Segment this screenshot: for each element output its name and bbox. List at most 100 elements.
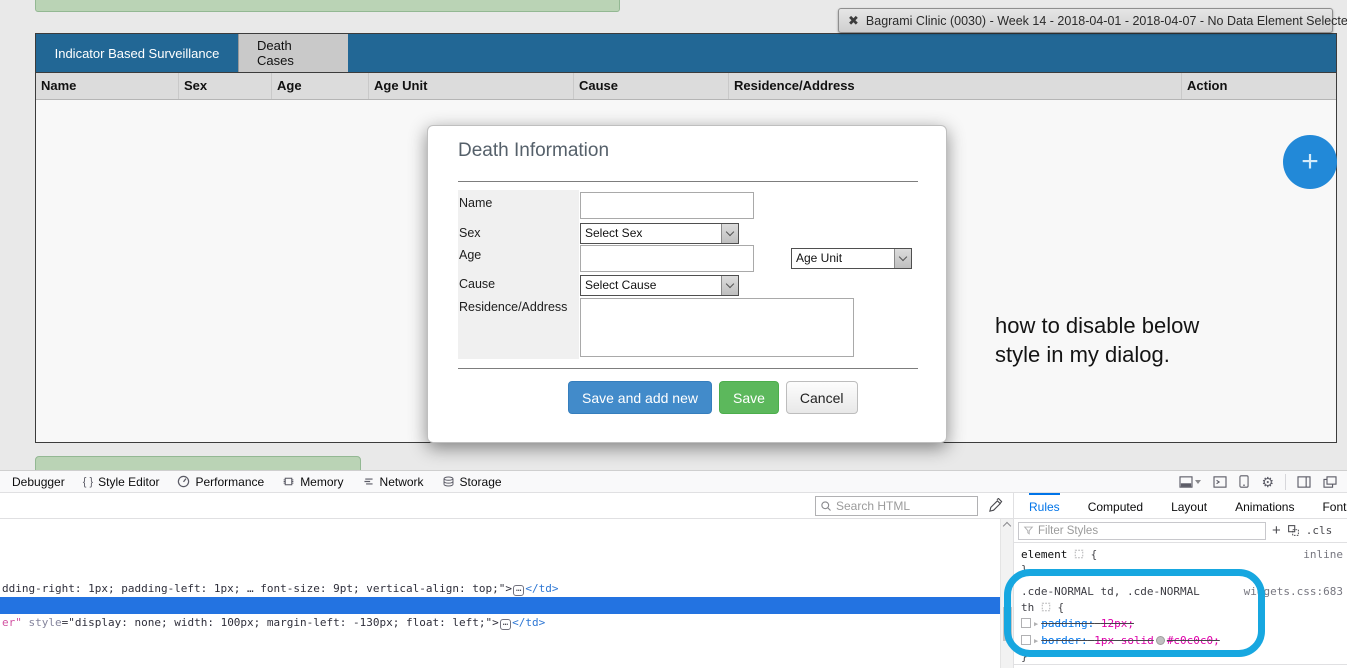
css-property-row: ▶padding: 12px; bbox=[1021, 617, 1134, 630]
markup-scrollbar[interactable] bbox=[1000, 519, 1013, 668]
property-name[interactable]: padding: bbox=[1041, 617, 1094, 630]
ellipsis-badge[interactable]: … bbox=[513, 585, 524, 596]
inline-style-source[interactable]: inline bbox=[1303, 548, 1343, 561]
age-input[interactable] bbox=[580, 245, 754, 272]
tab-computed[interactable]: Computed bbox=[1088, 493, 1143, 519]
tab-animations[interactable]: Animations bbox=[1235, 493, 1294, 519]
dialog-buttons: Save and add new Save Cancel bbox=[568, 381, 858, 414]
age-unit-select-value: Age Unit bbox=[792, 249, 894, 268]
expand-twisty-icon[interactable]: ▶ bbox=[1034, 620, 1038, 628]
add-rule-icon[interactable]: + bbox=[1272, 522, 1281, 539]
closing-tag: </td> bbox=[512, 616, 545, 629]
highlight-target-icon[interactable] bbox=[1041, 602, 1051, 612]
screen: ✖ Bagrami Clinic (0030) - Week 14 - 2018… bbox=[0, 0, 1347, 668]
css-property-row: ▶border: 1px solid #c0c0c0; bbox=[1021, 634, 1220, 647]
markup-line[interactable]: er" style="display: none; width: 100px; … bbox=[2, 616, 545, 630]
col-age: Age bbox=[272, 73, 369, 99]
property-value[interactable]: 12px; bbox=[1101, 617, 1134, 630]
pseudo-class-icon[interactable] bbox=[1287, 524, 1300, 537]
class-toggle-button[interactable]: .cls bbox=[1306, 524, 1333, 537]
expand-twisty-icon[interactable]: ▶ bbox=[1034, 637, 1038, 645]
highlight-target-icon[interactable] bbox=[1074, 549, 1084, 559]
property-enable-checkbox[interactable] bbox=[1021, 635, 1031, 645]
cde-rule-selector-line2[interactable]: th { bbox=[1021, 601, 1064, 614]
save-button[interactable]: Save bbox=[719, 381, 779, 414]
cause-select-value: Select Cause bbox=[581, 276, 721, 295]
age-unit-select[interactable]: Age Unit bbox=[791, 248, 912, 269]
plus-icon: + bbox=[1301, 145, 1319, 179]
devtools-toolbar: Debugger { } Style Editor Performance Me… bbox=[0, 471, 1347, 493]
stylesheet-source-link[interactable]: widgets.css:683 bbox=[1244, 585, 1343, 598]
sex-select[interactable]: Select Sex bbox=[580, 223, 739, 244]
tab-performance[interactable]: Performance bbox=[168, 471, 273, 492]
search-html-box[interactable] bbox=[815, 496, 978, 516]
sidebar-toggle-icon[interactable] bbox=[1293, 476, 1315, 488]
markup-view: dding-right: 1px; padding-left: 1px; … f… bbox=[0, 519, 1000, 668]
property-color-value[interactable]: #c0c0c0; bbox=[1167, 634, 1220, 647]
tab-indicator-based-surveillance[interactable]: Indicator Based Surveillance bbox=[36, 34, 238, 72]
add-death-case-button[interactable]: + bbox=[1283, 135, 1337, 189]
property-value[interactable]: 1px solid bbox=[1094, 634, 1154, 647]
context-bar-text: Bagrami Clinic (0030) - Week 14 - 2018-0… bbox=[866, 14, 1347, 28]
chevron-down-icon bbox=[894, 249, 911, 268]
scrollbar-thumb[interactable] bbox=[1003, 607, 1012, 641]
name-input[interactable] bbox=[580, 192, 754, 219]
tab-label: Performance bbox=[195, 475, 264, 489]
tab-layout[interactable]: Layout bbox=[1171, 493, 1207, 519]
tab-label: Memory bbox=[300, 475, 343, 489]
cause-select[interactable]: Select Cause bbox=[580, 275, 739, 296]
tab-network[interactable]: Network bbox=[353, 471, 433, 492]
selected-node-row[interactable] bbox=[0, 597, 1000, 614]
database-icon bbox=[442, 475, 455, 488]
code-text: dding-right: 1px; padding-left: 1px; … f… bbox=[2, 582, 512, 595]
name-label: Name bbox=[459, 196, 492, 210]
tab-death-cases[interactable]: Death Cases bbox=[238, 34, 348, 72]
filter-styles-box[interactable] bbox=[1018, 522, 1266, 540]
tab-debugger[interactable]: Debugger bbox=[3, 471, 74, 492]
attr-value: er" bbox=[2, 616, 22, 629]
devtools-toolbar-actions: ⚙ bbox=[1175, 474, 1347, 490]
search-html-input[interactable] bbox=[836, 499, 973, 513]
tab-fonts[interactable]: Fonts bbox=[1322, 493, 1347, 519]
cde-rule-selector-line1[interactable]: .cde-NORMAL td, .cde-NORMAL bbox=[1021, 585, 1200, 598]
table-header-row: Name Sex Age Age Unit Cause Residence/Ad… bbox=[36, 73, 1336, 100]
ellipsis-badge[interactable]: … bbox=[500, 619, 511, 630]
brace: { bbox=[1058, 601, 1065, 614]
inspector-secondary-toolbar: Rules Computed Layout Animations Fonts bbox=[0, 493, 1347, 519]
tab-rules[interactable]: Rules bbox=[1029, 493, 1060, 519]
selector-text: element bbox=[1021, 548, 1067, 561]
element-rule-selector[interactable]: element { bbox=[1021, 548, 1097, 561]
property-name[interactable]: border: bbox=[1041, 634, 1087, 647]
tab-style-editor[interactable]: { } Style Editor bbox=[74, 471, 169, 492]
col-sex: Sex bbox=[179, 73, 272, 99]
rules-pane: + .cls element { inline } .cde-NORMAL td… bbox=[1013, 519, 1347, 668]
scroll-up-arrow[interactable] bbox=[1003, 522, 1011, 530]
color-swatch[interactable] bbox=[1156, 636, 1165, 645]
eyedropper-icon[interactable] bbox=[988, 498, 1003, 513]
settings-gear-icon[interactable]: ⚙ bbox=[1257, 475, 1278, 489]
filter-styles-input[interactable] bbox=[1038, 525, 1261, 537]
save-and-add-new-button[interactable]: Save and add new bbox=[568, 381, 712, 414]
markup-line[interactable]: dding-right: 1px; padding-left: 1px; … f… bbox=[2, 582, 558, 596]
devtools-panel: Debugger { } Style Editor Performance Me… bbox=[0, 470, 1347, 668]
search-icon bbox=[820, 500, 832, 512]
col-cause: Cause bbox=[574, 73, 729, 99]
residence-label: Residence/Address bbox=[459, 300, 567, 314]
memory-chip-icon bbox=[282, 475, 295, 488]
tab-memory[interactable]: Memory bbox=[273, 471, 352, 492]
col-age-unit: Age Unit bbox=[369, 73, 574, 99]
responsive-mode-icon[interactable] bbox=[1235, 475, 1253, 488]
close-icon[interactable]: ✖ bbox=[848, 13, 859, 29]
context-bar: ✖ Bagrami Clinic (0030) - Week 14 - 2018… bbox=[838, 8, 1333, 33]
dock-bottom-icon[interactable] bbox=[1175, 476, 1205, 488]
tab-storage[interactable]: Storage bbox=[433, 471, 511, 492]
tab-label: Debugger bbox=[12, 475, 65, 489]
age-label: Age bbox=[459, 248, 481, 262]
split-console-icon[interactable] bbox=[1209, 476, 1231, 488]
separate-window-icon[interactable] bbox=[1319, 476, 1341, 488]
residence-textarea[interactable] bbox=[580, 298, 854, 357]
cancel-button[interactable]: Cancel bbox=[786, 381, 858, 414]
property-enable-checkbox[interactable] bbox=[1021, 618, 1031, 628]
tab-label: Network bbox=[380, 475, 424, 489]
dialog-title: Death Information bbox=[458, 140, 609, 162]
